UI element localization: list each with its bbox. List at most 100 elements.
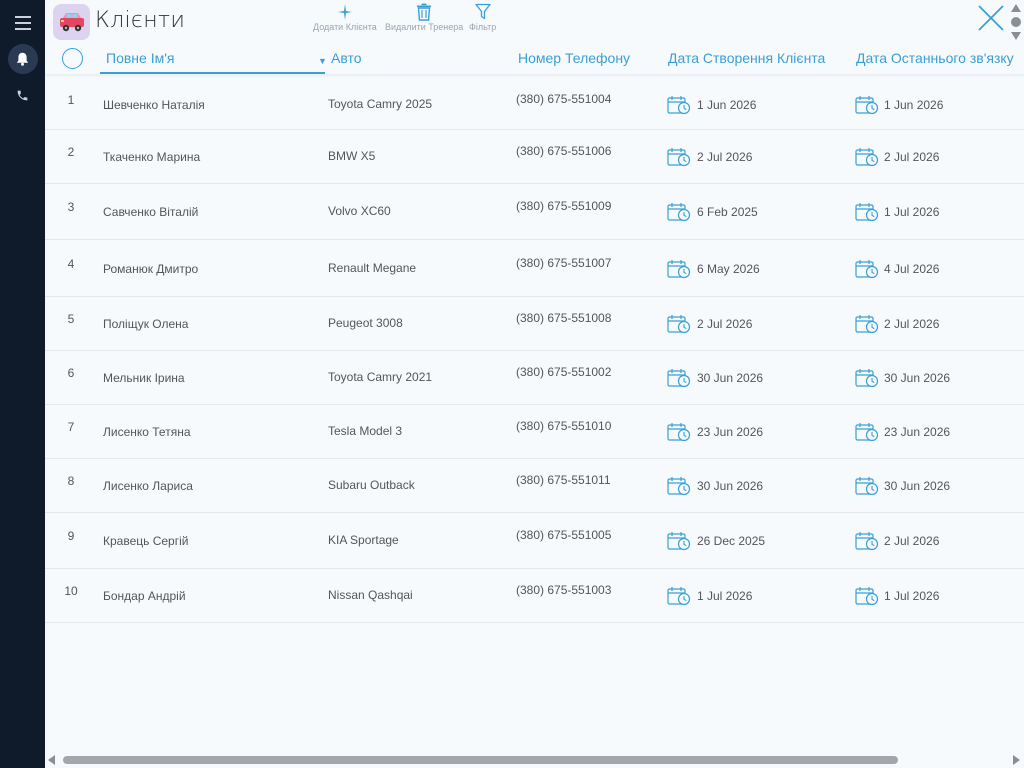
created-date: 1 Jun 2026	[697, 98, 757, 112]
sparkle-add-icon	[337, 4, 352, 20]
client-phone[interactable]: (380) 675-551006	[516, 144, 611, 158]
client-phone[interactable]: (380) 675-551003	[516, 583, 611, 597]
calendar-clock-icon	[855, 95, 879, 115]
client-car: Tesla Model 3	[328, 424, 403, 438]
calendar-clock-icon	[667, 202, 691, 222]
add-client-label: Додати Клієнта	[313, 22, 377, 32]
close-icon[interactable]	[975, 2, 1007, 34]
table-row[interactable]: 4 Романюк Дмитро Renault Megane (380) 67…	[45, 239, 1024, 297]
select-all-checkbox[interactable]	[62, 48, 83, 69]
client-car: Nissan Qashqai	[328, 588, 413, 602]
table-row[interactable]: 10 Бондар Андрій Nissan Qashqai (380) 67…	[45, 568, 1024, 623]
scroll-left-icon[interactable]	[48, 755, 55, 765]
row-number: 10	[64, 584, 78, 598]
delete-trainer-button[interactable]: Видалити Тренера	[385, 3, 463, 32]
client-name: Лисенко Тетяна	[103, 425, 191, 439]
menu-button[interactable]	[0, 6, 45, 40]
calendar-clock-icon	[855, 586, 879, 606]
last-contact-date: 1 Jul 2026	[884, 589, 940, 603]
calendar-clock-icon	[667, 95, 691, 115]
client-name: Ткаченко Марина	[103, 150, 201, 164]
table-row[interactable]: 5 Поліщук Олена Peugeot 3008 (380) 675-5…	[45, 296, 1024, 351]
row-number: 7	[67, 420, 75, 434]
notifications-badge-bg	[7, 44, 38, 74]
client-phone[interactable]: (380) 675-551010	[516, 419, 611, 433]
scroll-right-icon[interactable]	[1013, 755, 1020, 765]
row-number: 3	[67, 200, 75, 214]
scroll-up-icon[interactable]	[1011, 4, 1021, 12]
client-phone[interactable]: (380) 675-551009	[516, 199, 611, 213]
table-row[interactable]: 3 Савченко Віталій Volvo XC60 (380) 675-…	[45, 183, 1024, 240]
column-header-car[interactable]: Авто	[331, 50, 362, 74]
calendar-clock-icon	[855, 531, 879, 551]
client-name: Романюк Дмитро	[103, 262, 199, 276]
phone-icon	[17, 90, 28, 100]
column-header-last-contact[interactable]: Дата Останнього зв'язку	[856, 50, 1014, 74]
last-contact-date: 4 Jul 2026	[884, 262, 940, 276]
client-phone[interactable]: (380) 675-551008	[516, 311, 611, 325]
row-number: 2	[67, 145, 75, 159]
created-date: 23 Jun 2026	[697, 425, 764, 439]
notifications-button[interactable]	[0, 42, 45, 76]
last-contact-date: 1 Jul 2026	[884, 205, 940, 219]
last-contact-date: 2 Jul 2026	[884, 150, 940, 164]
client-car: Volvo XC60	[328, 204, 391, 218]
client-name: Бондар Андрій	[103, 589, 186, 603]
table-row[interactable]: 1 Шевченко Наталія Toyota Camry 2025 (38…	[45, 78, 1024, 130]
column-header-phone[interactable]: Номер Телефону	[518, 50, 630, 74]
calendar-clock-icon	[855, 476, 879, 496]
scroll-down-icon[interactable]	[1011, 32, 1021, 40]
calendar-clock-icon	[855, 259, 879, 279]
client-phone[interactable]: (380) 675-551011	[516, 473, 611, 487]
horizontal-scrollbar[interactable]	[45, 752, 1024, 768]
filter-button[interactable]: Фільтр	[469, 3, 496, 32]
created-date: 26 Dec 2025	[697, 534, 766, 548]
row-number: 6	[67, 366, 75, 380]
created-date: 6 May 2026	[697, 262, 760, 276]
row-number: 5	[67, 312, 75, 326]
phone-button[interactable]	[0, 78, 45, 112]
client-car: Subaru Outback	[328, 478, 415, 492]
row-number: 9	[67, 529, 75, 543]
calendar-clock-icon	[855, 368, 879, 388]
last-contact-date: 23 Jun 2026	[884, 425, 951, 439]
client-phone[interactable]: (380) 675-551004	[516, 92, 611, 106]
table-row[interactable]: 8 Лисенко Лариса Subaru Outback (380) 67…	[45, 458, 1024, 513]
client-car: Toyota Camry 2025	[328, 97, 433, 111]
menu-icon	[14, 16, 31, 30]
column-header-created-date[interactable]: Дата Створення Клієнта	[668, 50, 825, 74]
sidebar	[0, 0, 45, 768]
last-contact-date: 2 Jul 2026	[884, 317, 940, 331]
calendar-clock-icon	[667, 531, 691, 551]
car-icon	[59, 13, 84, 32]
last-contact-date: 30 Jun 2026	[884, 479, 951, 493]
table-row[interactable]: 9 Кравець Сергій KIA Sportage (380) 675-…	[45, 512, 1024, 569]
delete-trainer-label: Видалити Тренера	[385, 22, 464, 32]
row-number: 4	[67, 257, 75, 271]
app-icon	[53, 4, 90, 40]
calendar-clock-icon	[667, 259, 691, 279]
created-date: 1 Jul 2026	[697, 589, 753, 603]
calendar-clock-icon	[667, 586, 691, 606]
filter-icon	[474, 3, 491, 20]
add-client-button[interactable]: Додати Клієнта	[313, 3, 377, 32]
created-date: 2 Jul 2026	[697, 150, 753, 164]
calendar-clock-icon	[667, 147, 691, 167]
horizontal-scroll-thumb[interactable]	[63, 756, 898, 764]
table-row[interactable]: 2 Ткаченко Марина BMW X5 (380) 675-55100…	[45, 129, 1024, 184]
client-name: Савченко Віталій	[103, 205, 199, 219]
client-car: KIA Sportage	[328, 533, 399, 547]
scroll-position-icon[interactable]	[1011, 17, 1021, 27]
client-name: Кравець Сергій	[103, 534, 189, 548]
page-title: Клієнти	[95, 8, 186, 33]
column-header-full-name[interactable]: Повне Ім'я	[106, 50, 174, 74]
calendar-clock-icon	[667, 422, 691, 442]
table-row[interactable]: 6 Мельник Ірина Toyota Camry 2021 (380) …	[45, 350, 1024, 405]
client-phone[interactable]: (380) 675-551002	[516, 365, 611, 379]
client-name: Поліщук Олена	[103, 317, 189, 331]
client-phone[interactable]: (380) 675-551005	[516, 528, 611, 542]
table-row[interactable]: 7 Лисенко Тетяна Tesla Model 3 (380) 675…	[45, 404, 1024, 459]
client-name: Мельник Ірина	[103, 371, 185, 385]
sort-desc-icon[interactable]: ▼	[318, 56, 327, 66]
client-phone[interactable]: (380) 675-551007	[516, 256, 611, 270]
